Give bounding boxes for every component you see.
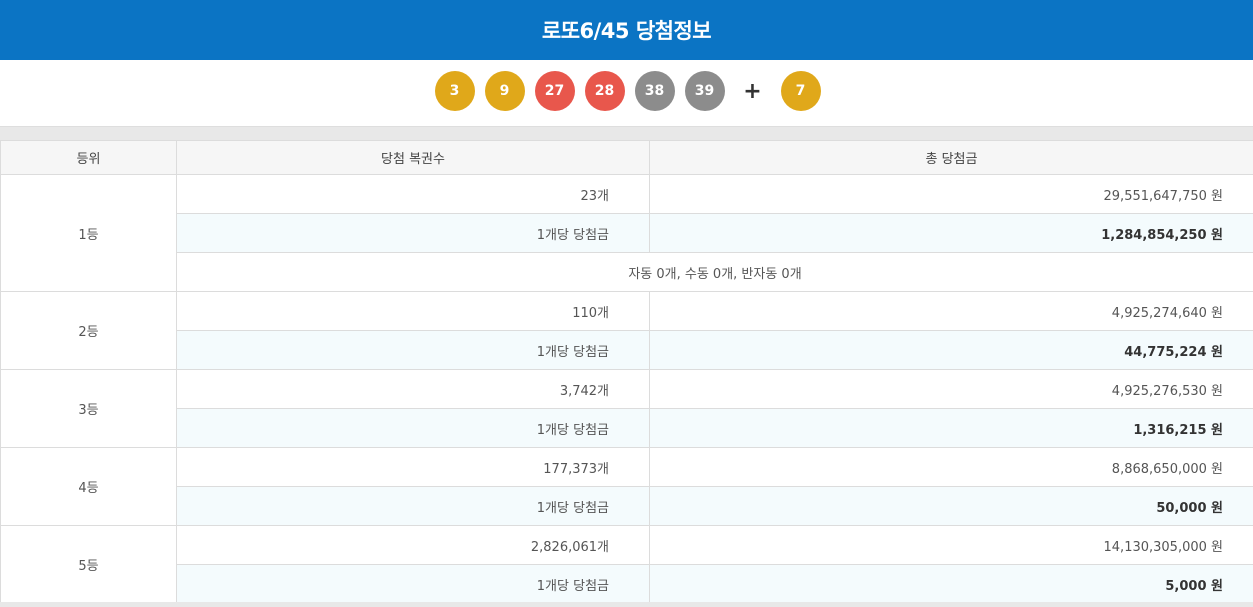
table-row: 1개당 당첨금 1,316,215 원 — [1, 408, 1253, 448]
table-row: 4등 177,373개 8,868,650,000 원 — [0, 447, 1253, 526]
winning-number-ball: 9 — [484, 71, 525, 111]
total-prize: 29,551,647,750 원 — [649, 174, 1253, 214]
table-row: 1개당 당첨금 5,000 원 — [1, 564, 1253, 604]
section-divider — [0, 126, 1253, 140]
per-ticket-label: 1개당 당첨금 — [176, 330, 650, 370]
table-row: 자동 0개, 수동 0개, 반자동 0개 — [1, 252, 1253, 292]
plus-sign: + — [743, 78, 762, 104]
purchase-type-info: 자동 0개, 수동 0개, 반자동 0개 — [176, 252, 1253, 292]
per-ticket-prize: 1,284,854,250 원 — [649, 213, 1253, 253]
rank-cell: 3등 — [0, 369, 177, 448]
header-total-prize: 총 당첨금 — [649, 140, 1253, 175]
rank-cell: 2등 — [0, 291, 177, 370]
table-row: 1등 23개 29,551,647,750 원 — [0, 174, 1253, 292]
bonus-number-ball: 7 — [780, 71, 821, 111]
winner-count: 23개 — [176, 174, 650, 214]
per-ticket-prize: 5,000 원 — [649, 564, 1253, 604]
winning-numbers: 3 9 27 28 38 39 + 7 — [0, 60, 1253, 126]
table-row: 2등 110개 4,925,274,640 원 — [0, 291, 1253, 370]
table-row: 1개당 당첨금 50,000 원 — [1, 486, 1253, 526]
winning-number-ball: 27 — [534, 71, 575, 111]
winning-number-ball: 38 — [634, 71, 675, 111]
total-prize: 8,868,650,000 원 — [649, 447, 1253, 487]
per-ticket-prize: 1,316,215 원 — [649, 408, 1253, 448]
per-ticket-prize: 50,000 원 — [649, 486, 1253, 526]
winner-count: 2,826,061개 — [176, 525, 650, 565]
table-row: 1개당 당첨금 1,284,854,250 원 — [1, 213, 1253, 253]
per-ticket-prize: 44,775,224 원 — [649, 330, 1253, 370]
total-prize: 4,925,276,530 원 — [649, 369, 1253, 409]
winner-count: 3,742개 — [176, 369, 650, 409]
rank-cell: 4등 — [0, 447, 177, 526]
page-title: 로또6/45 당첨정보 — [0, 0, 1253, 60]
table-row: 5등 2,826,061개 14,130,305,000 원 — [0, 525, 1253, 604]
total-prize: 4,925,274,640 원 — [649, 291, 1253, 331]
winning-number-ball: 3 — [434, 71, 475, 111]
total-prize: 14,130,305,000 원 — [649, 525, 1253, 565]
per-ticket-label: 1개당 당첨금 — [176, 408, 650, 448]
winner-count: 110개 — [176, 291, 650, 331]
rank-cell: 5등 — [0, 525, 177, 604]
per-ticket-label: 1개당 당첨금 — [176, 213, 650, 253]
header-rank: 등위 — [0, 140, 177, 175]
table-header-row: 등위 당첨 복권수 총 당첨금 — [0, 140, 1253, 175]
per-ticket-label: 1개당 당첨금 — [176, 564, 650, 604]
table-row: 1개당 당첨금 44,775,224 원 — [1, 330, 1253, 370]
winning-number-ball: 39 — [684, 71, 725, 111]
header-winners: 당첨 복권수 — [176, 140, 650, 175]
winning-number-ball: 28 — [584, 71, 625, 111]
winner-count: 177,373개 — [176, 447, 650, 487]
table-row: 3등 3,742개 4,925,276,530 원 — [0, 369, 1253, 448]
rank-cell: 1등 — [0, 174, 177, 292]
per-ticket-label: 1개당 당첨금 — [176, 486, 650, 526]
bottom-divider — [0, 602, 1253, 607]
prize-table: 등위 당첨 복권수 총 당첨금 1등 23개 29,551,647,750 원 … — [0, 140, 1253, 604]
